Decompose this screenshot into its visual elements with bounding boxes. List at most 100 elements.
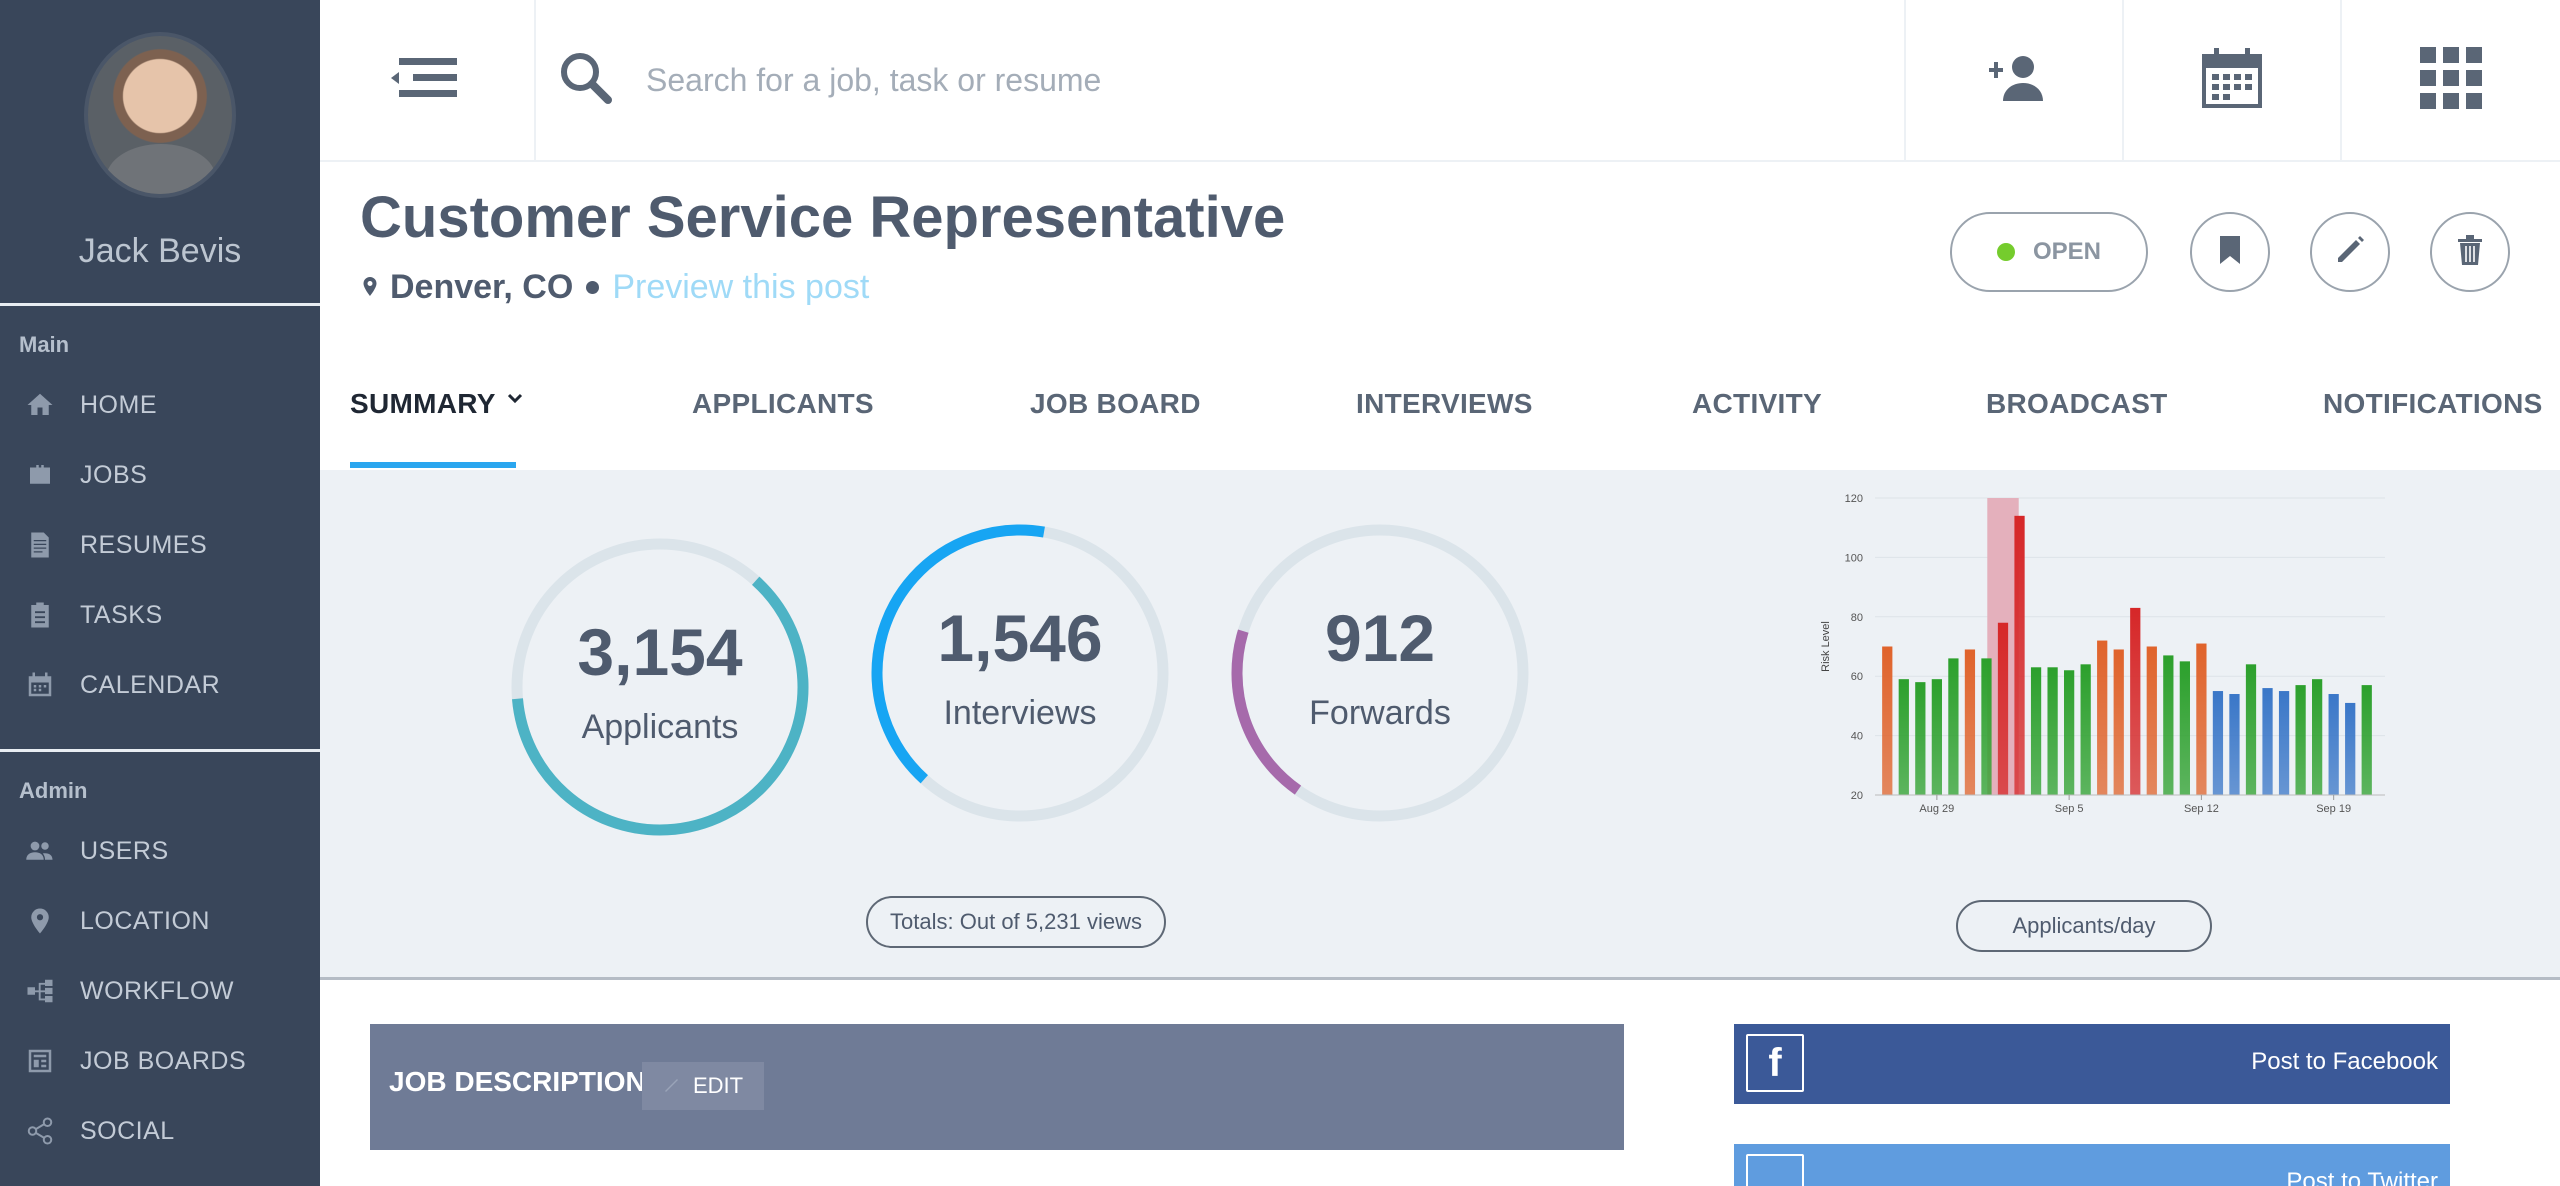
interviews-stat: 1,546 Interviews <box>865 518 1175 828</box>
chart-bar[interactable] <box>2229 694 2240 795</box>
sidebar-item-label: JOB BOARDS <box>80 1046 247 1075</box>
chart-bar[interactable] <box>2345 702 2356 795</box>
job-location: Denver, CO Preview this post <box>362 268 869 307</box>
sidebar-item-label: TASKS <box>80 600 163 629</box>
sidebar-item-calendar[interactable]: CALENDAR <box>0 650 320 720</box>
chart-bar[interactable] <box>1898 679 1909 795</box>
chart-bar[interactable] <box>2212 691 2224 795</box>
sidebar-item-label: SOCIAL <box>80 1116 175 1145</box>
trash-icon <box>2456 234 2484 271</box>
sidebar-item-label: HOME <box>80 390 157 419</box>
sidebar-item-tasks[interactable]: TASKS <box>0 580 320 650</box>
x-tick-label: Sep 5 <box>2055 803 2084 815</box>
search-bar[interactable] <box>536 0 1906 160</box>
chart-bar[interactable] <box>1997 622 2009 795</box>
separator-dot <box>586 281 600 294</box>
chart-bar[interactable] <box>1915 682 1926 795</box>
top-bar <box>320 0 2560 162</box>
forwards-label: Forwards <box>1309 694 1451 732</box>
chart-bar[interactable] <box>2295 685 2306 795</box>
status-open-button[interactable]: OPEN <box>1950 212 2148 292</box>
sidebar-item-location[interactable]: LOCATION <box>0 886 320 956</box>
profile-section: Jack Bevis <box>0 0 320 306</box>
admin-nav-section: Admin USERS LOCATION WORKFLOW JOB BOARDS… <box>0 752 320 1180</box>
pencil-icon <box>2334 234 2366 271</box>
chart-bar[interactable] <box>2361 685 2372 795</box>
chart-bar[interactable] <box>2179 661 2190 795</box>
tab-applicants[interactable]: APPLICANTS <box>692 388 874 420</box>
job-description-edit-button[interactable]: EDIT <box>642 1062 764 1110</box>
sidebar-item-users[interactable]: USERS <box>0 816 320 886</box>
job-description-title: JOB DESCRIPTION <box>389 1066 646 1097</box>
interviews-label: Interviews <box>943 694 1097 732</box>
sidebar-item-label: RESUMES <box>80 530 208 559</box>
chart-bar[interactable] <box>2262 688 2273 795</box>
map-pin-icon <box>0 906 80 936</box>
chart-bar[interactable] <box>2097 640 2108 795</box>
edit-button[interactable] <box>2310 212 2390 292</box>
tab-job-board[interactable]: JOB BOARD <box>1030 388 1201 420</box>
applicants-per-day-button[interactable]: Applicants/day <box>1956 900 2212 952</box>
page-title: Customer Service Representative <box>360 185 1286 250</box>
forwards-value: 912 <box>1324 601 1436 675</box>
chart-bar[interactable] <box>2146 646 2157 796</box>
chart-bar[interactable] <box>1981 658 1992 795</box>
chart-bar[interactable] <box>2163 655 2174 795</box>
chart-bar[interactable] <box>1948 658 1959 795</box>
post-to-twitter-button[interactable]: Post to Twitter <box>1734 1144 2450 1186</box>
chart-bar[interactable] <box>1931 679 1942 795</box>
sidebar-item-label: LOCATION <box>80 906 210 935</box>
chart-bar[interactable] <box>2278 691 2290 795</box>
facebook-label: Post to Facebook <box>2251 1048 2438 1075</box>
twitter-icon <box>1746 1154 1804 1186</box>
chart-bar[interactable] <box>2030 667 2042 795</box>
facebook-icon: f <box>1746 1034 1804 1092</box>
sidebar-item-job-boards[interactable]: JOB BOARDS <box>0 1026 320 1096</box>
menu-toggle-button[interactable] <box>320 0 536 160</box>
tab-notifications[interactable]: NOTIFICATIONS <box>2323 388 2543 420</box>
status-label: OPEN <box>2032 238 2101 265</box>
search-icon <box>536 48 616 113</box>
calendar-button[interactable] <box>2122 0 2340 160</box>
chart-bar[interactable] <box>2047 667 2058 795</box>
users-icon <box>0 836 80 866</box>
chart-bar[interactable] <box>2080 664 2091 795</box>
tab-broadcast[interactable]: BROADCAST <box>1986 388 2168 420</box>
chart-bar[interactable] <box>2014 515 2025 795</box>
chart-bar[interactable] <box>2245 664 2257 795</box>
add-user-button[interactable] <box>1904 0 2122 160</box>
chart-bar[interactable] <box>2196 643 2207 795</box>
bookmark-button[interactable] <box>2190 212 2270 292</box>
post-to-facebook-button[interactable]: f Post to Facebook <box>1734 1024 2450 1104</box>
job-boards-icon <box>0 1046 80 1076</box>
chart-bar[interactable] <box>2064 670 2075 795</box>
delete-button[interactable] <box>2430 212 2510 292</box>
chart-bar[interactable] <box>2130 607 2141 795</box>
sidebar-item-resumes[interactable]: RESUMES <box>0 510 320 580</box>
x-tick-label: Sep 12 <box>2184 803 2219 815</box>
location-city: Denver, CO <box>390 268 574 306</box>
chart-bar[interactable] <box>1964 649 1976 795</box>
sidebar-item-jobs[interactable]: JOBS <box>0 440 320 510</box>
sidebar-item-social[interactable]: SOCIAL <box>0 1096 320 1166</box>
tab-activity[interactable]: ACTIVITY <box>1692 388 1822 420</box>
sidebar-item-workflow[interactable]: WORKFLOW <box>0 956 320 1026</box>
briefcase-icon <box>0 460 80 490</box>
chart-bar[interactable] <box>2113 649 2124 795</box>
tab-summary[interactable]: SUMMARY <box>350 388 523 420</box>
apps-grid-button[interactable] <box>2340 0 2560 160</box>
chart-bar[interactable] <box>2328 694 2339 795</box>
chart-bar[interactable] <box>1882 646 1893 796</box>
sidebar-item-label: JOBS <box>80 460 148 489</box>
applicants-stat: 3,154 Applicants <box>505 532 815 842</box>
preview-post-link[interactable]: Preview this post <box>612 268 869 307</box>
tab-interviews[interactable]: INTERVIEWS <box>1356 388 1533 420</box>
user-name: Jack Bevis <box>78 232 242 270</box>
search-input[interactable] <box>646 61 1846 99</box>
tab-bar: SUMMARY APPLICANTS JOB BOARD INTERVIEWS … <box>320 370 2560 470</box>
chart-bar[interactable] <box>2312 679 2323 795</box>
y-tick-label: 20 <box>1851 790 1863 802</box>
job-description-header: JOB DESCRIPTION EDIT <box>370 1024 1624 1150</box>
avatar[interactable] <box>84 32 236 198</box>
sidebar-item-home[interactable]: HOME <box>0 370 320 440</box>
